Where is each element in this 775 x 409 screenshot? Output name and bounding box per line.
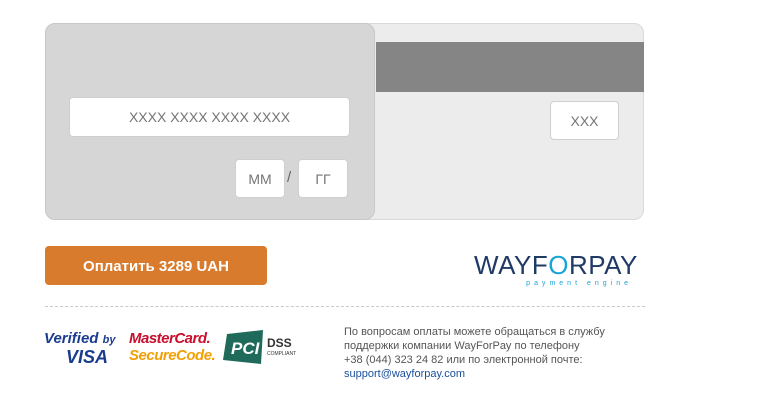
magnetic-stripe [376, 42, 644, 92]
card-front: / [45, 23, 375, 220]
pay-button[interactable]: Оплатить 3289 UAH [45, 246, 267, 285]
expiry-month-input[interactable] [235, 159, 285, 198]
card-number-input[interactable] [69, 97, 350, 137]
logo-text-part1: WAYF [474, 250, 549, 280]
support-contact-text: По вопросам оплаты можете обращаться в с… [344, 326, 605, 380]
cvv-input[interactable] [550, 101, 619, 140]
svg-text:COMPLIANT: COMPLIANT [267, 351, 296, 357]
pci-dss-logo: PCI DSS COMPLIANT [223, 330, 305, 366]
wayforpay-logo: WAYFORPAY payment engine [474, 250, 638, 292]
logo-text-part2: RPAY [568, 250, 638, 280]
verified-by-visa-logo: Verified by VISA [44, 330, 116, 367]
svg-text:DSS: DSS [267, 336, 292, 350]
logo-tagline: payment engine [526, 280, 632, 287]
mastercard-securecode-logo: MasterCard. SecureCode. [129, 330, 216, 365]
expiry-separator: / [287, 169, 292, 186]
dashed-divider [45, 306, 645, 307]
svg-text:PCI: PCI [231, 339, 261, 358]
expiry-year-input[interactable] [298, 159, 348, 198]
support-email-link[interactable]: support@wayforpay.com [344, 368, 465, 380]
logo-lock-o: O [548, 250, 569, 280]
